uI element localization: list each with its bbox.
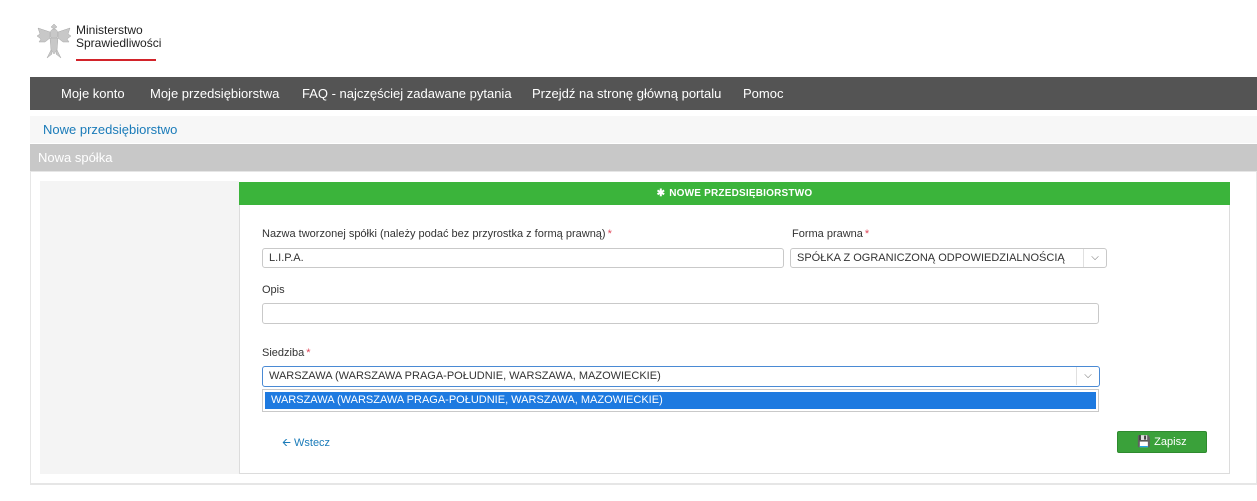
nav-item-help[interactable]: Pomoc (743, 77, 783, 110)
form-panel (239, 182, 1230, 474)
legal-form-label: Forma prawna * (792, 228, 869, 240)
nav-item-my-companies[interactable]: Moje przedsiębiorstwa (150, 77, 279, 110)
floppy-disk-icon: 💾 (1137, 436, 1152, 448)
legal-form-label-text: Forma prawna (792, 228, 863, 240)
back-link-label: Wstecz (294, 437, 331, 449)
description-input[interactable] (262, 303, 1099, 324)
save-button-label: Zapisz (1154, 436, 1187, 448)
left-side-panel (40, 181, 239, 474)
chevron-down-icon[interactable]: ⌵ (1083, 249, 1106, 267)
save-button[interactable]: 💾 Zapisz (1117, 431, 1207, 453)
gear-icon: ✱ (656, 188, 666, 199)
breadcrumb: Nowe przedsiębiorstwo (30, 116, 1257, 143)
back-link[interactable]: 🡨 Wstecz (282, 434, 330, 453)
arrow-left-icon: 🡨 (282, 437, 291, 449)
seat-value: WARSZAWA (WARSZAWA PRAGA-POŁUDNIE, WARSZ… (269, 370, 661, 382)
company-name-value: L.I.P.A. (269, 252, 304, 264)
legal-form-value: SPÓŁKA Z OGRANICZONĄ ODPOWIEDZIALNOŚCIĄ (797, 252, 1065, 264)
required-marker: * (864, 228, 870, 240)
main-navbar: Moje konto Moje przedsiębiorstwa FAQ - n… (30, 77, 1257, 110)
seat-select[interactable]: WARSZAWA (WARSZAWA PRAGA-POŁUDNIE, WARSZ… (262, 366, 1100, 387)
logo-underline (76, 59, 156, 61)
nav-item-portal-home[interactable]: Przejdź na stronę główną portalu (532, 77, 721, 110)
seat-dropdown-list: WARSZAWA (WARSZAWA PRAGA-POŁUDNIE, WARSZ… (262, 389, 1099, 412)
logo-line2: Sprawiedliwości (76, 36, 162, 50)
description-label-text: Opis (262, 284, 285, 296)
company-name-label: Nazwa tworzonej spółki (należy podać bez… (262, 228, 612, 240)
logo-text: Ministerstwo Sprawiedliwości (76, 24, 161, 50)
form-panel-title: NOWE PRZEDSIĘBIORSTWO (669, 188, 813, 199)
legal-form-select[interactable]: SPÓŁKA Z OGRANICZONĄ ODPOWIEDZIALNOŚCIĄ … (790, 248, 1107, 268)
chevron-down-icon[interactable]: ⌵ (1076, 367, 1099, 385)
nav-item-my-account[interactable]: Moje konto (61, 77, 125, 110)
nav-item-faq[interactable]: FAQ - najczęściej zadawane pytania (302, 77, 512, 110)
description-label: Opis (262, 284, 285, 296)
bottom-divider (30, 484, 1257, 485)
seat-label-text: Siedziba (262, 347, 305, 359)
seat-option-highlighted[interactable]: WARSZAWA (WARSZAWA PRAGA-POŁUDNIE, WARSZ… (265, 392, 1096, 409)
required-marker: * (306, 347, 311, 359)
breadcrumb-link-new-company[interactable]: Nowe przedsiębiorstwo (43, 122, 177, 137)
eagle-emblem-icon (36, 23, 72, 59)
seat-label: Siedziba * (262, 347, 310, 359)
company-name-label-text: Nazwa tworzonej spółki (należy podać bez… (262, 228, 606, 240)
form-panel-header: ✱ NOWE PRZEDSIĘBIORSTWO (239, 182, 1230, 205)
company-name-input[interactable]: L.I.P.A. (262, 248, 784, 268)
required-marker: * (607, 228, 612, 240)
section-header: Nowa spółka (30, 144, 1257, 171)
section-title: Nowa spółka (38, 150, 113, 165)
ministry-logo[interactable]: Ministerstwo Sprawiedliwości (36, 20, 166, 62)
